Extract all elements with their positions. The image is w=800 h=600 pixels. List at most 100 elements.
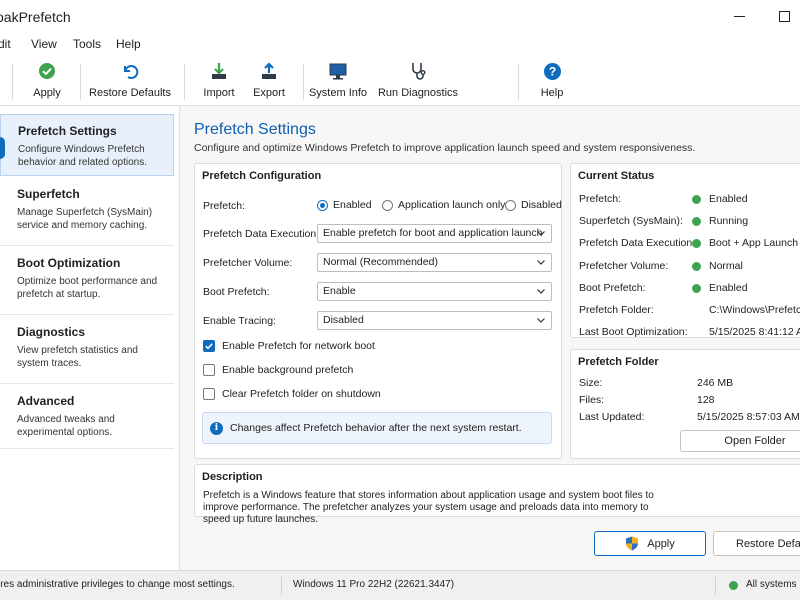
prefetch-folder-panel: Prefetch Folder Size: 246 MB Files: 128 …	[570, 349, 800, 459]
help-toolbar-button[interactable]: ? Help	[537, 60, 567, 102]
status-label: Prefetcher Volume:	[579, 260, 669, 272]
sidebar-item-desc: Optimize boot performance and prefetch a…	[17, 276, 158, 300]
radio-enabled[interactable]: Enabled	[317, 199, 372, 211]
sidebar-item-desc: Configure Windows Prefetch behavior and …	[18, 144, 147, 168]
status-ok-dot	[692, 195, 701, 204]
prefetcher-volume-select[interactable]: Normal (Recommended)	[317, 253, 552, 272]
radio-circle	[382, 199, 393, 211]
checkbox-box	[203, 388, 215, 400]
export-icon	[258, 60, 280, 82]
apply-button-label: Apply	[647, 537, 675, 550]
panel-title: Prefetch Folder	[578, 356, 659, 368]
data-execution-label: Prefetch Data Execution:	[203, 228, 320, 240]
status-bar: ires administrative privileges to change…	[0, 570, 800, 600]
restore-default-button[interactable]: Restore Default	[713, 531, 800, 556]
run-diagnostics-toolbar-button[interactable]: Run Diagnostics	[378, 60, 458, 102]
restore-defaults-toolbar-button[interactable]: Restore Defaults	[89, 60, 171, 102]
info-icon: i	[210, 421, 223, 435]
import-toolbar-button[interactable]: Import	[202, 60, 236, 102]
sidebar: Prefetch Settings Configure Windows Pref…	[0, 106, 180, 570]
toolbar-separator	[12, 64, 13, 100]
import-toolbar-label: Import	[203, 87, 235, 99]
data-execution-select[interactable]: Enable prefetch for boot and application…	[317, 224, 552, 243]
page-subtitle: Configure and optimize Windows Prefetch …	[194, 142, 696, 154]
radio-disabled[interactable]: Disabled	[505, 199, 562, 211]
sidebar-item-title: Advanced	[17, 394, 75, 408]
sidebar-item-desc: Manage Superfetch (SysMain) service and …	[17, 207, 153, 231]
export-toolbar-button[interactable]: Export	[253, 60, 285, 102]
system-status-text: All systems no	[746, 579, 800, 590]
checkbox-network-boot[interactable]: Enable Prefetch for network boot	[203, 340, 375, 352]
system-info-toolbar-button[interactable]: System Info	[309, 60, 367, 102]
checkbox-clear-on-shutdown[interactable]: Clear Prefetch folder on shutdown	[203, 388, 381, 400]
toolbar: Apply Restore Defaults Import Export Sys…	[0, 56, 800, 106]
menu-view[interactable]: View	[31, 37, 57, 51]
status-value: Running	[709, 215, 749, 227]
apply-toolbar-label: Apply	[33, 87, 61, 99]
radio-label: Disabled	[521, 199, 562, 211]
export-toolbar-label: Export	[253, 87, 285, 99]
help-toolbar-label: Help	[540, 87, 564, 99]
folder-size-value: 246 MB	[697, 377, 734, 389]
apply-toolbar-button[interactable]: Apply	[30, 60, 64, 102]
chevron-down-icon	[537, 260, 545, 265]
checkbox-label: Enable background prefetch	[222, 364, 354, 376]
open-folder-button[interactable]: Open Folder	[680, 430, 800, 452]
status-label: Prefetch Data Execution:	[579, 237, 696, 249]
title-bar: oakPrefetch	[0, 0, 800, 34]
menu-tools[interactable]: Tools	[73, 37, 101, 51]
restore-default-label: Restore Default	[736, 537, 800, 550]
status-label: Prefetch Folder:	[579, 304, 654, 316]
sidebar-item-diagnostics[interactable]: Diagnostics View prefetch statistics and…	[0, 316, 174, 384]
info-text: Changes affect Prefetch behavior after t…	[230, 422, 522, 434]
status-value: Enabled	[709, 282, 748, 294]
checkbox-box	[203, 340, 215, 352]
menu-edit[interactable]: dit	[0, 37, 11, 51]
restore-defaults-toolbar-label: Restore Defaults	[89, 87, 171, 99]
panel-title: Current Status	[578, 170, 655, 182]
menu-bar: dit View Tools Help	[0, 34, 800, 56]
radio-circle	[317, 199, 328, 211]
sidebar-item-title: Diagnostics	[17, 325, 86, 339]
undo-icon	[119, 60, 141, 82]
monitor-icon	[327, 60, 349, 82]
folder-updated-label: Last Updated:	[579, 411, 645, 423]
sidebar-item-desc: View prefetch statistics and system trac…	[17, 345, 138, 369]
radio-label: Enabled	[333, 199, 372, 211]
boot-prefetch-select[interactable]: Enable	[317, 282, 552, 301]
folder-size-label: Size:	[579, 377, 603, 389]
checkbox-label: Clear Prefetch folder on shutdown	[222, 388, 381, 400]
status-ok-dot	[692, 262, 701, 271]
prefetch-configuration-panel: Prefetch Configuration Prefetch: Enabled…	[194, 163, 562, 459]
sidebar-item-title: Boot Optimization	[17, 256, 121, 270]
description-panel: Description Prefetch is a Windows featur…	[194, 464, 800, 525]
enable-tracing-select[interactable]: Disabled	[317, 311, 552, 330]
menu-help[interactable]: Help	[116, 37, 141, 51]
svg-text:?: ?	[548, 64, 555, 78]
chevron-down-icon	[537, 289, 545, 294]
stethoscope-icon	[407, 60, 429, 82]
minimize-button[interactable]	[728, 6, 750, 26]
sidebar-item-advanced[interactable]: Advanced Advanced tweaks and experimenta…	[0, 385, 174, 449]
help-icon: ?	[541, 60, 563, 82]
sidebar-item-prefetch-settings[interactable]: Prefetch Settings Configure Windows Pref…	[0, 114, 174, 176]
prefetch-label: Prefetch:	[203, 200, 246, 212]
apply-button[interactable]: Apply	[594, 531, 706, 556]
sidebar-item-superfetch[interactable]: Superfetch Manage Superfetch (SysMain) s…	[0, 178, 174, 246]
toolbar-separator	[184, 64, 185, 100]
sidebar-item-boot-optimization[interactable]: Boot Optimization Optimize boot performa…	[0, 247, 174, 315]
folder-updated-value: 5/15/2025 8:57:03 AM	[697, 411, 800, 423]
radio-circle	[505, 199, 516, 211]
system-ok-dot	[729, 581, 738, 590]
admin-note: ires administrative privileges to change…	[0, 579, 235, 590]
shield-icon	[626, 536, 639, 551]
prefetcher-volume-label: Prefetcher Volume:	[203, 257, 293, 269]
checkbox-background-prefetch[interactable]: Enable background prefetch	[203, 364, 353, 376]
select-value: Disabled	[323, 314, 364, 326]
run-diagnostics-toolbar-label: Run Diagnostics	[377, 87, 459, 99]
folder-files-label: Files:	[579, 394, 605, 406]
maximize-button[interactable]	[773, 6, 795, 26]
sidebar-item-desc: Advanced tweaks and experimental options…	[17, 414, 115, 438]
status-value: Normal	[709, 260, 743, 272]
radio-application-launch-only[interactable]: Application launch only	[382, 199, 505, 211]
